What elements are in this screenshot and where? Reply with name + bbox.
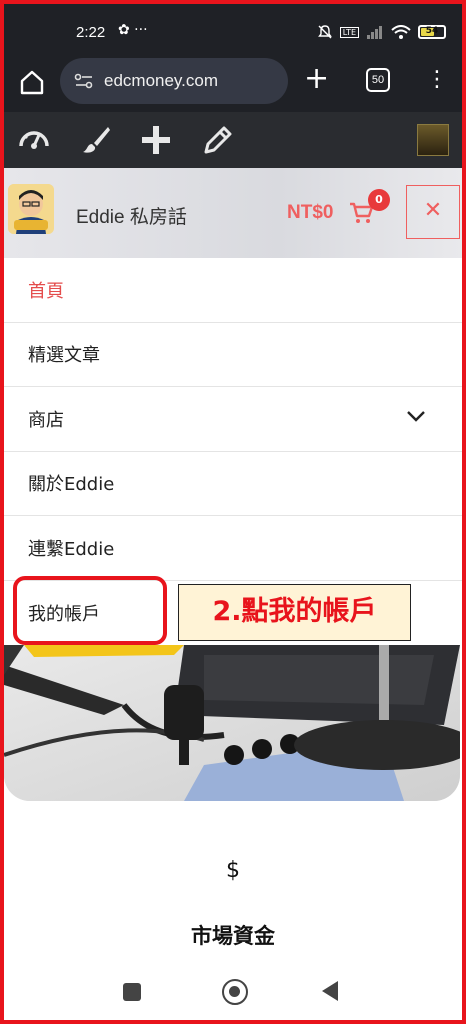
site-logo[interactable] (8, 184, 54, 234)
android-nav-bar (4, 966, 462, 1020)
admin-toolbar (4, 112, 462, 168)
battery-icon: 54 (418, 25, 446, 39)
browser-toolbar: edcmoney.com + 50 ⋮ (4, 52, 462, 112)
back-triangle-icon[interactable] (322, 981, 338, 1001)
url-text: edcmoney.com (104, 71, 219, 90)
site-header: Eddie 私房話 NT$0 0 ✕ (4, 168, 462, 258)
cart-total[interactable]: NT$0 (287, 202, 333, 224)
menu-item-label: 關於Eddie (28, 474, 115, 496)
dashboard-icon[interactable] (18, 124, 50, 156)
customize-brush-icon[interactable] (80, 124, 112, 156)
cart-count-badge: 0 (368, 189, 390, 211)
menu-item-featured[interactable]: 精選文章 (4, 323, 462, 387)
home-circle-icon[interactable] (222, 979, 248, 1005)
user-avatar[interactable] (417, 124, 449, 156)
home-icon[interactable] (18, 68, 46, 96)
dollar-icon: $ (226, 858, 240, 883)
menu-item-label: 連繫Eddie (28, 538, 115, 560)
menu-item-label: 首頁 (28, 280, 64, 302)
site-title[interactable]: Eddie 私房話 (76, 202, 187, 229)
menu-item-label: 商店 (28, 409, 64, 431)
hero-image (4, 645, 460, 801)
lte-icon: LTE (339, 26, 359, 38)
annotation-highlight-box (13, 576, 167, 645)
more-vert-icon[interactable]: ⋮ (426, 68, 448, 92)
notification-icons: ✿ ··· (118, 22, 148, 38)
chevron-down-icon[interactable] (406, 409, 426, 423)
status-bar: 2:22 ✿ ··· LTE 54 (4, 4, 462, 52)
annotation-label: 2.點我的帳戶 (178, 584, 411, 641)
site-settings-icon[interactable] (74, 72, 94, 90)
menu-item-shop[interactable]: 商店 (4, 387, 462, 452)
recents-square-icon[interactable] (123, 983, 141, 1001)
new-tab-button[interactable]: + (304, 64, 329, 94)
menu-item-contact[interactable]: 連繫Eddie (4, 516, 462, 581)
address-bar[interactable]: edcmoney.com (60, 58, 288, 104)
section-title: 市場資金 (191, 924, 275, 948)
status-time: 2:22 (76, 24, 106, 41)
close-menu-button[interactable]: ✕ (406, 185, 460, 239)
add-new-icon[interactable] (140, 124, 172, 156)
wifi-icon (391, 24, 411, 39)
status-right-icons: LTE 54 (317, 24, 446, 40)
signal-icon (367, 26, 382, 39)
edit-pencil-icon[interactable] (202, 124, 234, 156)
menu-item-label: 精選文章 (28, 345, 100, 367)
tab-switcher-button[interactable]: 50 (366, 68, 390, 92)
menu-item-home[interactable]: 首頁 (4, 258, 462, 323)
menu-item-about[interactable]: 關於Eddie (4, 452, 462, 516)
mute-bell-icon (317, 25, 332, 39)
